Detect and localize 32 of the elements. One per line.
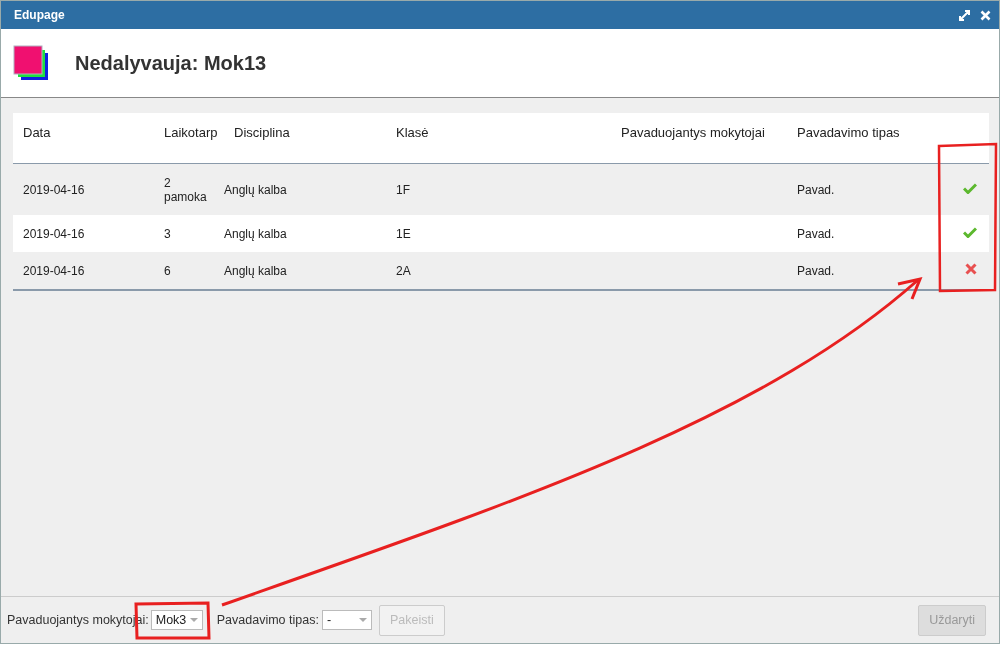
close-icon[interactable] bbox=[980, 9, 991, 21]
field-label: Pavadavimo tipas: bbox=[216, 613, 319, 627]
table-cell: 2 pamoka bbox=[164, 175, 207, 204]
table-cell: 2A bbox=[396, 263, 411, 278]
table-cell: Anglų kalba bbox=[224, 182, 287, 197]
column-header: Pavadavimo tipas bbox=[787, 113, 937, 164]
table-cell: 2019-04-16 bbox=[23, 263, 85, 278]
table-cell: Pavad. bbox=[797, 226, 835, 241]
table-cell: 3 bbox=[164, 226, 171, 241]
table-cell: Pavad. bbox=[797, 182, 835, 197]
table-cell: 2019-04-16 bbox=[23, 182, 85, 197]
table-cell: 1E bbox=[396, 226, 411, 241]
table-cell: Pavad. bbox=[797, 263, 835, 278]
column-header: Pavaduojantys mokytojai bbox=[611, 113, 787, 164]
teacher-dropdown[interactable]: Mok3 bbox=[150, 610, 203, 630]
type-dropdown[interactable]: - bbox=[321, 610, 372, 630]
stacked-squares-icon bbox=[13, 45, 49, 81]
dialog-heading: Nedalyvauja: Mok13 bbox=[75, 51, 267, 75]
column-header: Data bbox=[13, 113, 164, 164]
table-cell: Anglų kalba bbox=[224, 226, 287, 241]
table-cell: Anglų kalba bbox=[224, 263, 287, 278]
checkmark-icon[interactable] bbox=[963, 182, 977, 194]
table-cell: 6 bbox=[164, 263, 171, 278]
table-cell: 2019-04-16 bbox=[23, 226, 85, 241]
table-cell: 1F bbox=[396, 182, 410, 197]
column-header: Klasė bbox=[386, 113, 611, 164]
window-title: Edupage bbox=[14, 8, 65, 22]
maximize-icon[interactable] bbox=[959, 9, 970, 21]
column-header: Disciplina bbox=[224, 113, 386, 164]
checkmark-icon[interactable] bbox=[963, 226, 977, 238]
cross-icon[interactable] bbox=[965, 263, 977, 275]
column-header: Laikotarp bbox=[164, 113, 224, 164]
